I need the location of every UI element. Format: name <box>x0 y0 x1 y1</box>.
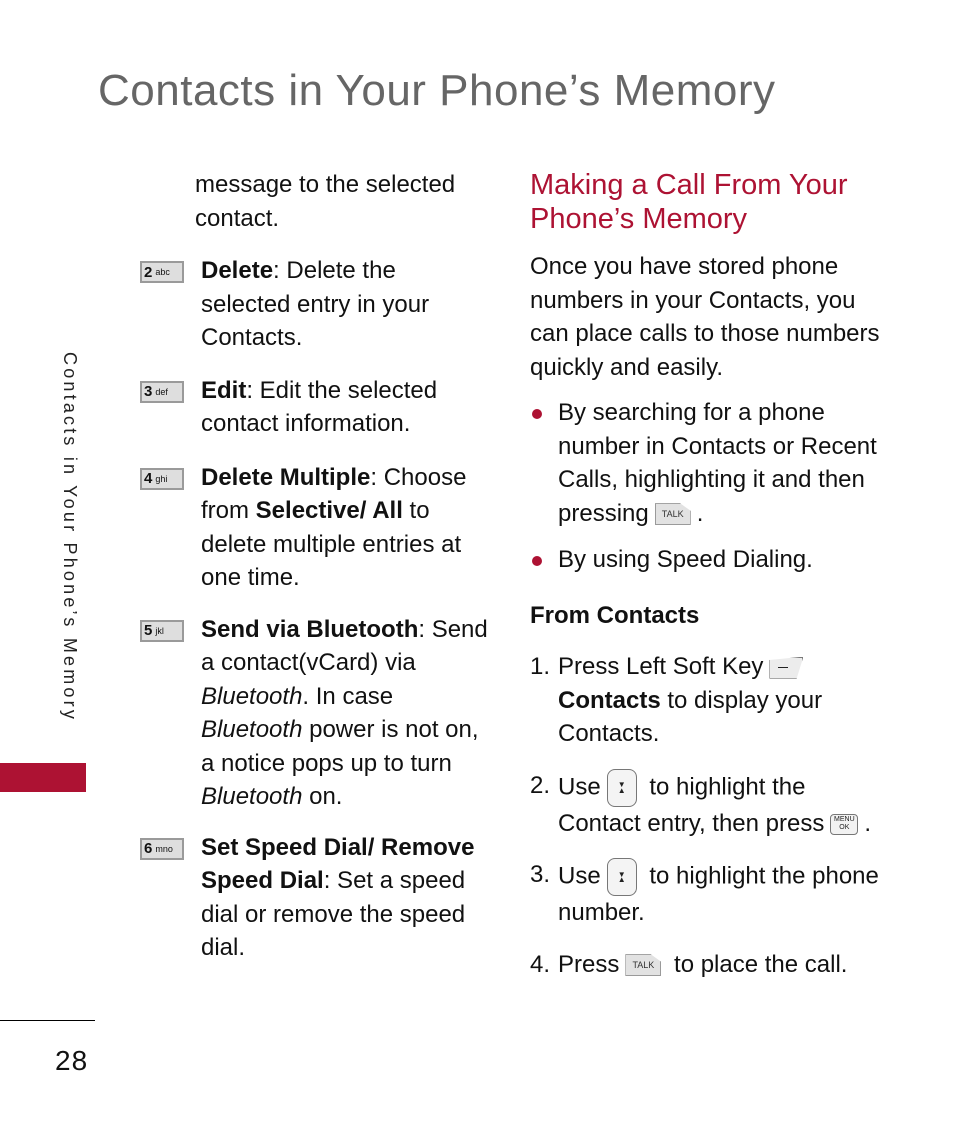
side-tab-label: Contacts in Your Phone’s Memory <box>60 352 80 723</box>
step: 2. Use ▲ ▼ to highlight the Contact entry,… <box>530 768 890 841</box>
step: 3. Use ▲ ▼ to highlight the phone number. <box>530 858 890 930</box>
key-4-icon: 4 ghi <box>140 467 184 490</box>
option-term: Send via Bluetooth <box>201 615 419 643</box>
key-5-icon: 5 jkl <box>140 619 184 642</box>
nav-up-down-icon: ▲ ▼ <box>606 768 637 807</box>
talk-key-icon: TALK <box>654 503 691 526</box>
option-delete: 2 abc Delete: Delete the selected entry i… <box>140 254 490 355</box>
option-term: Edit <box>201 376 247 404</box>
left-column: message to the selected contact. 2 abc De… <box>140 168 490 965</box>
method-list: By searching for a phone number in Conta… <box>530 396 890 577</box>
section-title: Making a Call From Your Phone’s Memory <box>530 169 848 235</box>
option-send-bluetooth: 5 jkl Send via Bluetooth: Send a contact(… <box>140 613 490 814</box>
page-number: 28 <box>55 1045 89 1076</box>
key-6-icon: 6 mno <box>140 837 184 860</box>
option-speed-dial: 6 mno Set Speed Dial/ Remove Speed Dial: … <box>140 831 490 965</box>
right-column: Making a Call From Your Phone’s Memory O… <box>530 168 890 999</box>
key-3-icon: 3 def <box>140 380 184 403</box>
subhead: From Contacts <box>530 601 700 629</box>
page-title: Contacts in Your Phone’s Memory <box>98 66 776 115</box>
talk-key-icon: TALK <box>625 954 662 977</box>
option-term: Delete Multiple <box>201 463 371 491</box>
footer-rule <box>0 1020 95 1021</box>
option-edit: 3 def Edit: Edit the selected contact inf… <box>140 374 490 441</box>
option-delete-multiple: 4 ghi Delete Multiple: Choose from Select… <box>140 461 490 595</box>
step: 4. Press TALK to place the call. <box>530 950 848 978</box>
left-soft-key-icon <box>769 656 804 679</box>
side-tab-marker <box>0 763 86 792</box>
list-item: By searching for a phone number in Conta… <box>530 396 890 530</box>
intro-continuation: message to the selected contact. <box>195 171 456 232</box>
nav-up-down-icon: ▲ ▼ <box>606 858 637 896</box>
step: 1. Press Left Soft Key Contacts to displa… <box>530 653 823 747</box>
section-intro: Once you have stored phone numbers in yo… <box>530 253 880 381</box>
option-term: Delete <box>201 257 274 284</box>
key-2-icon: 2 abc <box>140 261 184 283</box>
steps-list: 1. Press Left Soft Key Contacts to displa… <box>530 650 890 981</box>
menu-ok-key-icon: MENU OK <box>830 813 859 835</box>
list-item: By using Speed Dialing. <box>530 543 890 577</box>
